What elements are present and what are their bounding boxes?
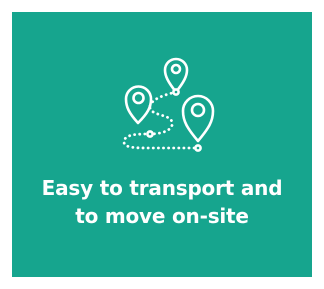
headline-line-2: to move on-site <box>75 204 249 228</box>
route-node <box>146 130 154 138</box>
route-node <box>194 144 202 152</box>
headline-line-1: Easy to transport and <box>41 176 283 200</box>
route-map-pins-icon <box>122 57 215 152</box>
feature-card: Easy to transport and to move on-site <box>12 12 312 277</box>
map-pin-left-icon <box>124 85 153 125</box>
map-pin-large-icon <box>181 94 215 143</box>
route-node <box>172 88 180 96</box>
feature-headline: Easy to transport and to move on-site <box>12 174 312 230</box>
map-pin-small-icon <box>163 57 189 94</box>
